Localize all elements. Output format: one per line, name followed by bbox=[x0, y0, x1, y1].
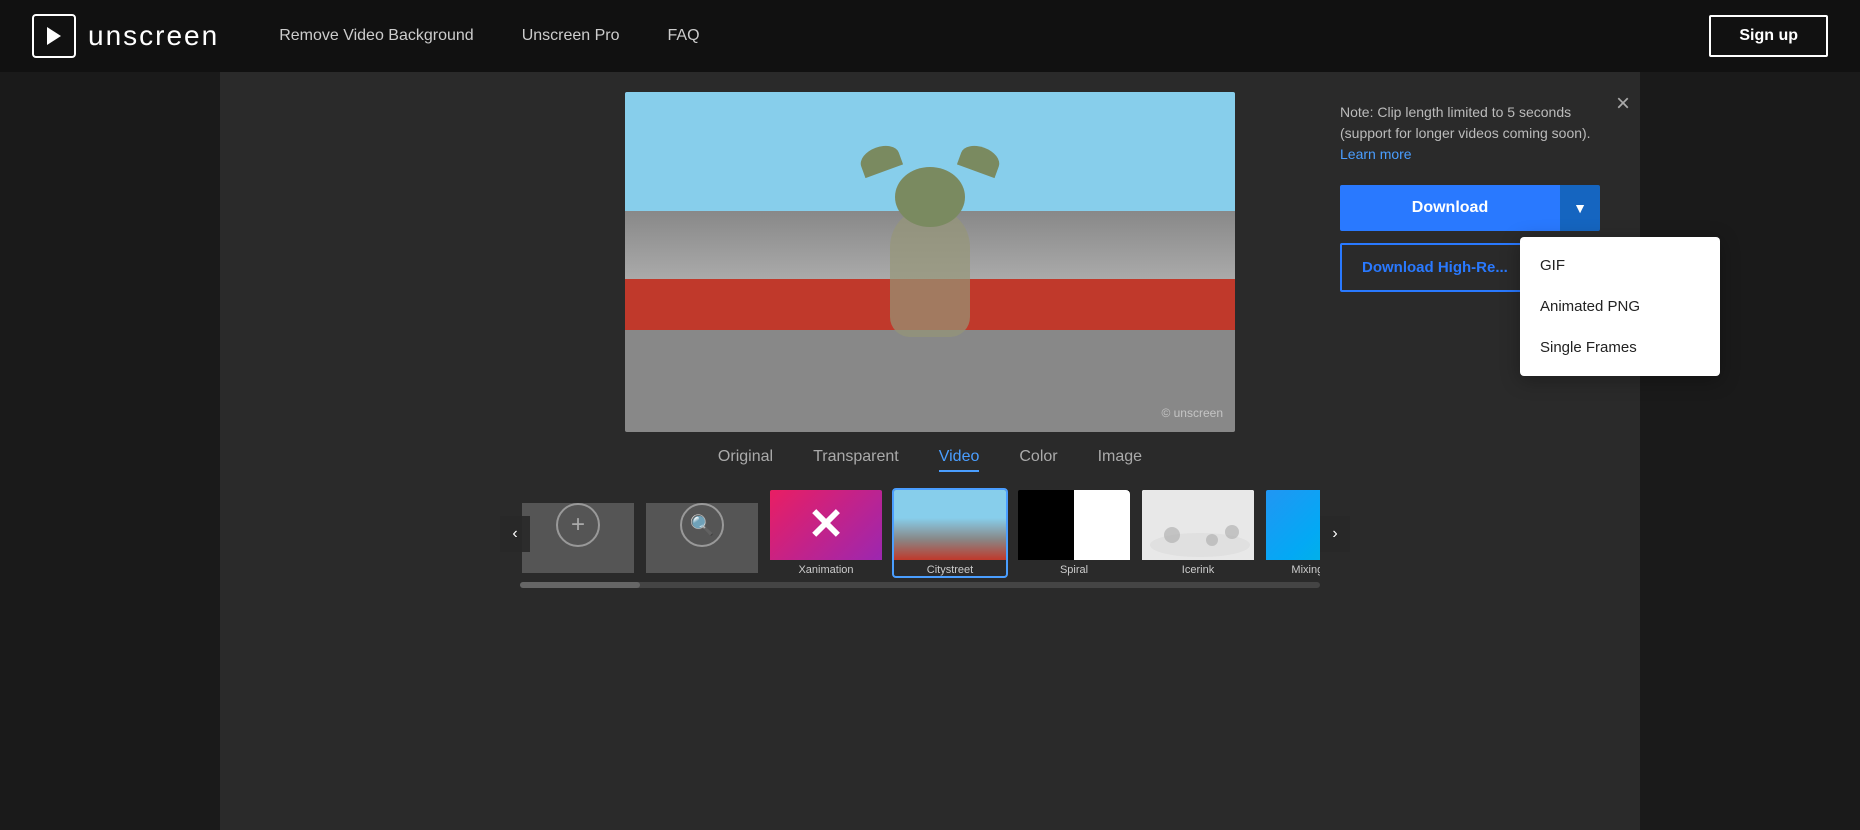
video-container: © unscreen bbox=[625, 92, 1235, 432]
thumbnail-citystreet[interactable]: Citystreet bbox=[892, 488, 1008, 578]
logo-icon bbox=[32, 14, 76, 58]
scroll-right-button[interactable]: › bbox=[1320, 516, 1350, 552]
figure-head bbox=[895, 167, 965, 227]
thumbnail-search-gif[interactable]: 🔍 Search GIF bbox=[644, 488, 760, 578]
thumb-citystreet-label: Citystreet bbox=[894, 564, 1006, 576]
close-button[interactable]: × bbox=[1616, 92, 1630, 116]
dropdown-item-animated-png[interactable]: Animated PNG bbox=[1520, 286, 1720, 327]
right-panel: Note: Clip length limited to 5 seconds (… bbox=[1340, 102, 1600, 292]
note-text: Note: Clip length limited to 5 seconds (… bbox=[1340, 102, 1600, 165]
thumbnail-spiral[interactable]: Spiral bbox=[1016, 488, 1132, 578]
dropdown-item-gif[interactable]: GIF bbox=[1520, 245, 1720, 286]
dropdown-arrow-icon: ▼ bbox=[1573, 200, 1587, 216]
scroll-left-button[interactable]: ‹ bbox=[500, 516, 530, 552]
learn-more-link[interactable]: Learn more bbox=[1340, 146, 1412, 162]
thumb-xanimation-bg: ✕ bbox=[770, 490, 882, 560]
thumb-icerink-bg bbox=[1142, 490, 1254, 560]
logo-text: unscreen bbox=[88, 20, 219, 52]
spiral-visual bbox=[1018, 490, 1130, 560]
thumbnail-mixingcolors[interactable]: Mixingcolors bbox=[1264, 488, 1320, 578]
thumbnail-icerink[interactable]: Icerink bbox=[1140, 488, 1256, 578]
signup-button[interactable]: Sign up bbox=[1709, 15, 1828, 57]
main-content: × © unscreen Original Transparent Video … bbox=[220, 72, 1640, 830]
download-button[interactable]: Download bbox=[1340, 185, 1560, 231]
thumb-mixingcolors-label: Mixingcolors bbox=[1266, 564, 1320, 576]
figure-ear-right bbox=[957, 141, 1003, 178]
thumb-mixingcolors-bg bbox=[1266, 490, 1320, 560]
thumb-spiral-bg bbox=[1018, 490, 1130, 560]
figure bbox=[890, 207, 970, 337]
thumb-icerink-label: Icerink bbox=[1142, 564, 1254, 576]
nav-links: Remove Video Background Unscreen Pro FAQ bbox=[279, 27, 1709, 45]
search-circle: 🔍 bbox=[680, 503, 724, 547]
thumbnails-scrollbar[interactable] bbox=[520, 582, 1320, 588]
tab-video[interactable]: Video bbox=[939, 448, 980, 472]
scrollbar-handle bbox=[520, 582, 640, 588]
thumbnail-select-file[interactable]: + Select File bbox=[520, 488, 636, 578]
tab-transparent[interactable]: Transparent bbox=[813, 448, 899, 472]
thumb-xanimation-label: Xanimation bbox=[770, 564, 882, 576]
navbar: unscreen Remove Video Background Unscree… bbox=[0, 0, 1860, 72]
dropdown-item-single-frames[interactable]: Single Frames bbox=[1520, 327, 1720, 368]
tab-image[interactable]: Image bbox=[1098, 448, 1142, 472]
watermark: © unscreen bbox=[1161, 406, 1223, 420]
plus-circle: + bbox=[556, 503, 600, 547]
thumbnails-scroll: + Select File 🔍 Search GIF ✕ Xanimation bbox=[520, 488, 1320, 578]
thumb-select-label: Select File bbox=[522, 577, 634, 578]
thumbnails-wrapper: ‹ + Select File 🔍 Search GIF ✕ bbox=[520, 488, 1340, 588]
nav-faq[interactable]: FAQ bbox=[668, 27, 700, 45]
tab-color[interactable]: Color bbox=[1019, 448, 1057, 472]
nav-pro[interactable]: Unscreen Pro bbox=[522, 27, 620, 45]
thumbnail-xanimation[interactable]: ✕ Xanimation bbox=[768, 488, 884, 578]
thumb-select-bg: + bbox=[522, 503, 634, 573]
tabs-row: Original Transparent Video Color Image bbox=[718, 448, 1142, 472]
thumb-search-bg: 🔍 bbox=[646, 503, 758, 573]
video-scene bbox=[625, 92, 1235, 432]
dropdown-menu: GIF Animated PNG Single Frames bbox=[1520, 237, 1720, 376]
tab-original[interactable]: Original bbox=[718, 448, 773, 472]
logo-area: unscreen bbox=[32, 14, 219, 58]
thumb-spiral-label: Spiral bbox=[1018, 564, 1130, 576]
download-group: Download ▼ GIF Animated PNG Single Frame… bbox=[1340, 185, 1600, 231]
x-mark: ✕ bbox=[770, 490, 882, 560]
play-icon bbox=[42, 24, 66, 48]
nav-remove-bg[interactable]: Remove Video Background bbox=[279, 27, 474, 45]
thumb-search-label: Search GIF bbox=[646, 577, 758, 578]
thumb-citystreet-bg bbox=[894, 490, 1006, 560]
download-dropdown-button[interactable]: ▼ bbox=[1560, 185, 1600, 231]
icerink-svg bbox=[1142, 490, 1256, 560]
figure-ear-left bbox=[857, 141, 903, 178]
